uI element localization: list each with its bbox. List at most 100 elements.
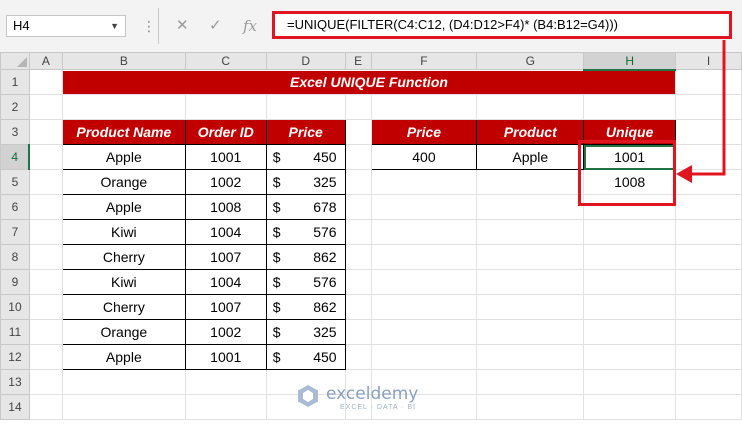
cell[interactable] (370, 344, 478, 370)
order-id-cell[interactable]: 1001 (184, 144, 267, 170)
cell[interactable] (583, 344, 677, 370)
cell[interactable] (344, 169, 372, 195)
cell[interactable] (370, 269, 478, 295)
cell[interactable] (583, 219, 677, 245)
header-product-name[interactable]: Product Name (61, 119, 186, 145)
row-header[interactable]: 6 (0, 194, 30, 220)
cell[interactable] (28, 169, 63, 195)
cell[interactable] (28, 294, 63, 320)
criteria-header-product[interactable]: Product (476, 119, 585, 145)
price-cell[interactable]: $450 (265, 344, 346, 370)
unique-result-cell[interactable]: 1008 (583, 169, 677, 195)
product-cell[interactable]: Kiwi (61, 269, 186, 295)
cell[interactable] (675, 119, 742, 145)
cell[interactable] (476, 94, 585, 120)
cell[interactable] (61, 394, 186, 420)
price-cell[interactable]: $862 (265, 294, 346, 320)
cell[interactable] (344, 194, 372, 220)
column-header-c[interactable]: C (184, 52, 267, 70)
cell[interactable] (28, 269, 63, 295)
cell[interactable] (476, 244, 585, 270)
order-id-cell[interactable]: 1002 (184, 169, 267, 195)
cell[interactable] (476, 169, 585, 195)
criteria-header-price[interactable]: Price (370, 119, 478, 145)
cell[interactable] (184, 394, 267, 420)
formula-input[interactable]: =UNIQUE(FILTER(C4:C12, (D4:D12>F4)* (B4:… (272, 11, 732, 39)
cell[interactable] (28, 69, 63, 95)
cell[interactable] (476, 194, 585, 220)
row-header[interactable]: 3 (0, 119, 30, 145)
cell[interactable] (344, 94, 372, 120)
product-cell[interactable]: Apple (61, 194, 186, 220)
row-header[interactable]: 2 (0, 94, 30, 120)
select-all-corner[interactable] (0, 52, 30, 70)
row-header[interactable]: 12 (0, 344, 30, 370)
cell[interactable] (675, 369, 742, 395)
cell[interactable] (583, 394, 677, 420)
cell[interactable] (583, 244, 677, 270)
cell[interactable] (370, 294, 478, 320)
cell[interactable] (184, 369, 267, 395)
cell[interactable] (28, 244, 63, 270)
cell[interactable] (675, 244, 742, 270)
cell[interactable] (583, 319, 677, 345)
cell[interactable] (370, 319, 478, 345)
cell[interactable] (476, 369, 585, 395)
product-cell[interactable]: Cherry (61, 294, 186, 320)
row-header[interactable]: 7 (0, 219, 30, 245)
cell[interactable] (28, 344, 63, 370)
cell[interactable] (344, 219, 372, 245)
cell[interactable] (476, 219, 585, 245)
cell[interactable] (28, 94, 63, 120)
column-header-e[interactable]: E (344, 52, 372, 70)
price-cell[interactable]: $576 (265, 219, 346, 245)
cell[interactable] (344, 244, 372, 270)
cell[interactable] (675, 144, 742, 170)
cell[interactable] (675, 69, 742, 95)
row-header[interactable]: 14 (0, 394, 30, 420)
cell[interactable] (583, 269, 677, 295)
column-header-b[interactable]: B (61, 52, 186, 70)
cell[interactable] (344, 294, 372, 320)
column-header-i[interactable]: I (675, 52, 742, 70)
column-header-f[interactable]: F (370, 52, 478, 70)
cell[interactable] (370, 194, 478, 220)
cell[interactable] (28, 369, 63, 395)
enter-icon[interactable]: ✓ (209, 15, 222, 37)
cell[interactable] (675, 94, 742, 120)
criteria-product-cell[interactable]: Apple (476, 144, 585, 170)
more-options-icon[interactable]: ⋮ (142, 15, 156, 37)
product-cell[interactable]: Apple (61, 144, 186, 170)
row-header[interactable]: 11 (0, 319, 30, 345)
cell[interactable] (675, 294, 742, 320)
row-header[interactable]: 1 (0, 69, 30, 95)
cell[interactable] (344, 319, 372, 345)
order-id-cell[interactable]: 1004 (184, 269, 267, 295)
cell[interactable] (476, 319, 585, 345)
cell[interactable] (583, 94, 677, 120)
cell[interactable] (675, 194, 742, 220)
row-header[interactable]: 9 (0, 269, 30, 295)
order-id-cell[interactable]: 1007 (184, 294, 267, 320)
cell[interactable] (370, 94, 478, 120)
function-icon[interactable]: fx (243, 15, 257, 37)
column-header-h[interactable]: H (583, 52, 677, 71)
cell[interactable] (265, 94, 346, 120)
order-id-cell[interactable]: 1008 (184, 194, 267, 220)
cell[interactable] (370, 219, 478, 245)
product-cell[interactable]: Kiwi (61, 219, 186, 245)
column-header-d[interactable]: D (265, 52, 346, 70)
row-header[interactable]: 13 (0, 369, 30, 395)
price-cell[interactable]: $325 (265, 319, 346, 345)
unique-result-cell[interactable]: 1001 (583, 144, 677, 170)
header-order-id[interactable]: Order ID (184, 119, 267, 145)
cell[interactable] (476, 269, 585, 295)
cell[interactable] (28, 144, 63, 170)
cell[interactable] (344, 269, 372, 295)
row-header[interactable]: 8 (0, 244, 30, 270)
cell[interactable] (28, 219, 63, 245)
cell[interactable] (476, 344, 585, 370)
cell[interactable] (344, 119, 372, 145)
product-cell[interactable]: Cherry (61, 244, 186, 270)
cell[interactable] (675, 269, 742, 295)
